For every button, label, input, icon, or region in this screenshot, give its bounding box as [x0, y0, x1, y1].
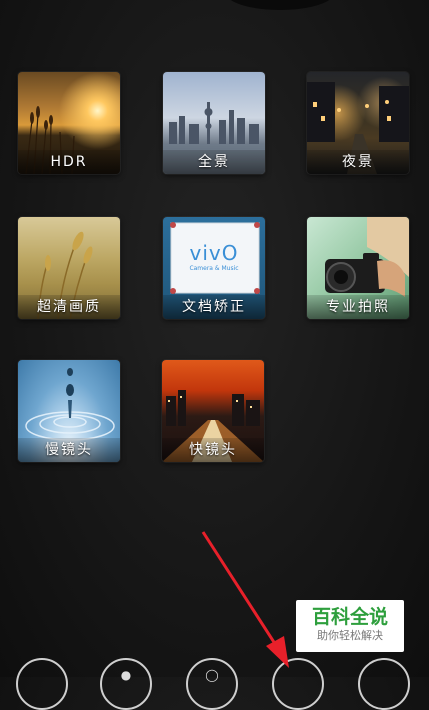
watermark: 百科全说 助你轻松解决: [296, 600, 404, 652]
watermark-title: 百科全说: [311, 606, 388, 628]
annotation-arrow-icon: [201, 531, 289, 668]
watermark-subtitle: 助你轻松解决: [317, 629, 383, 642]
